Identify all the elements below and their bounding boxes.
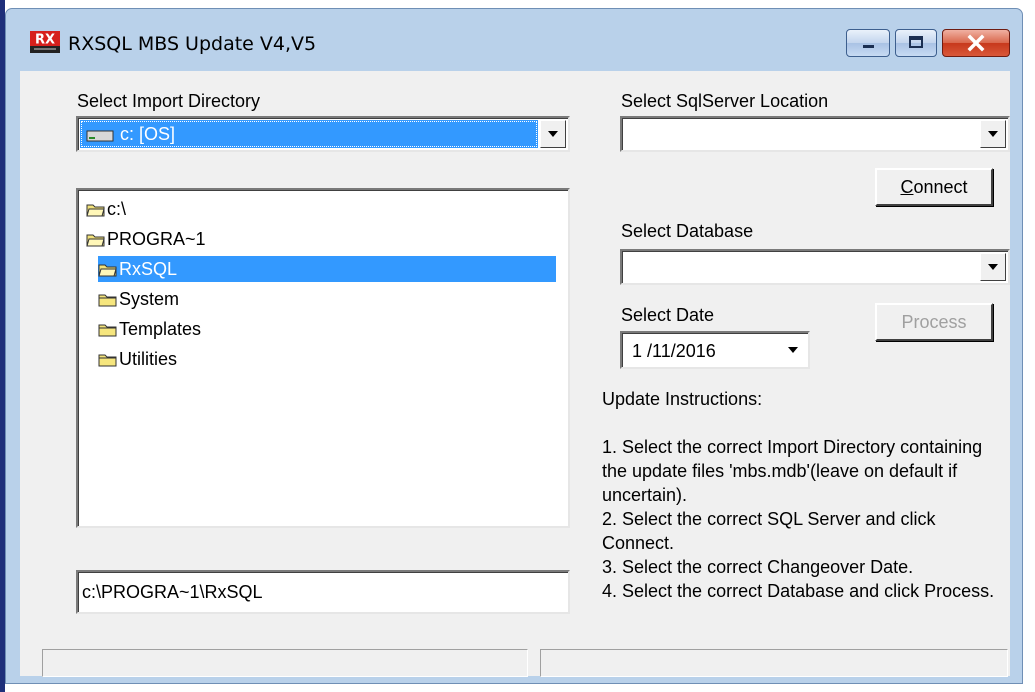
- title-bar[interactable]: RX RXSQL MBS Update V4,V5: [6, 9, 1022, 71]
- connect-access-key: C: [900, 177, 914, 197]
- import-path-field[interactable]: c:\PROGRA~1\RxSQL: [76, 570, 570, 614]
- instruction-step-2: 2. Select the correct SQL Server and cli…: [602, 509, 941, 553]
- status-pane-left: [42, 649, 528, 677]
- folder-icon: [98, 319, 119, 339]
- instructions-heading: Update Instructions:: [602, 389, 763, 409]
- directory-tree-item-label: PROGRA~1: [107, 229, 206, 249]
- directory-tree-item-label: c:\: [107, 199, 127, 219]
- directory-tree-item-label: System: [119, 289, 180, 309]
- directory-tree-item[interactable]: RxSQL: [98, 256, 556, 282]
- connect-button[interactable]: Connect: [875, 168, 993, 206]
- drive-combo-dropdown-icon[interactable]: [540, 120, 566, 148]
- process-button[interactable]: Process: [875, 303, 993, 341]
- sqlserver-location-label: Select SqlServer Location: [621, 91, 829, 111]
- database-label: Select Database: [621, 221, 754, 241]
- app-window: RX RXSQL MBS Update V4,V5 Select Import …: [5, 8, 1023, 684]
- directory-tree-item-label: Utilities: [119, 349, 178, 369]
- date-dropdown-icon[interactable]: [780, 335, 806, 365]
- minimize-icon: [863, 45, 874, 48]
- directory-tree-item-label: RxSQL: [119, 259, 178, 279]
- instruction-step-4: 4. Select the correct Database and click…: [602, 581, 995, 601]
- window-title: RXSQL MBS Update V4,V5: [68, 33, 317, 55]
- app-logo-icon: RX: [30, 31, 60, 53]
- directory-tree-item[interactable]: System: [98, 286, 179, 312]
- maximize-button[interactable]: [895, 29, 937, 57]
- instruction-step-3: 3. Select the correct Changeover Date.: [602, 557, 914, 577]
- drive-combo-selection: c: [OS]: [80, 120, 538, 148]
- date-picker[interactable]: 1 /11/2016: [620, 331, 810, 369]
- client-area: Select Import Directory c: [OS] c:\ PROGR…: [20, 71, 1010, 677]
- open-folder-icon: [86, 199, 107, 219]
- connect-label: onnect: [913, 177, 968, 197]
- sqlserver-combo-dropdown-icon[interactable]: [980, 120, 1006, 148]
- directory-tree-item[interactable]: Utilities: [98, 346, 177, 372]
- database-combo[interactable]: [620, 249, 1010, 285]
- sqlserver-combo[interactable]: [620, 116, 1010, 152]
- directory-tree-item-label: Templates: [119, 319, 202, 339]
- drive-combo[interactable]: c: [OS]: [76, 116, 570, 152]
- open-folder-icon: [86, 229, 107, 249]
- database-combo-dropdown-icon[interactable]: [980, 253, 1006, 281]
- close-button[interactable]: [942, 29, 1010, 57]
- minimize-button[interactable]: [846, 29, 890, 57]
- directory-tree-item[interactable]: Templates: [98, 316, 201, 342]
- date-label: Select Date: [621, 305, 715, 325]
- directory-tree-item[interactable]: PROGRA~1: [86, 226, 206, 252]
- import-directory-label: Select Import Directory: [77, 91, 261, 111]
- open-folder-icon: [98, 259, 119, 279]
- drive-combo-value: c: [OS]: [120, 124, 176, 144]
- close-icon: [967, 34, 985, 52]
- directory-tree-item[interactable]: c:\: [86, 196, 126, 222]
- folder-icon: [98, 289, 119, 309]
- maximize-icon: [909, 36, 923, 48]
- import-path-value: c:\PROGRA~1\RxSQL: [82, 582, 263, 602]
- logo-text: RX: [35, 33, 55, 48]
- instruction-step-1: 1. Select the correct Import Directory c…: [602, 437, 988, 505]
- directory-tree[interactable]: c:\ PROGRA~1 RxSQL System Templates Utilities: [76, 188, 570, 528]
- folder-icon: [98, 349, 119, 369]
- status-pane-right: [540, 649, 1008, 677]
- date-value: 1 /11/2016: [632, 341, 716, 361]
- update-instructions: Update Instructions: 1. Select the corre…: [602, 387, 1002, 603]
- drive-icon: [86, 130, 114, 142]
